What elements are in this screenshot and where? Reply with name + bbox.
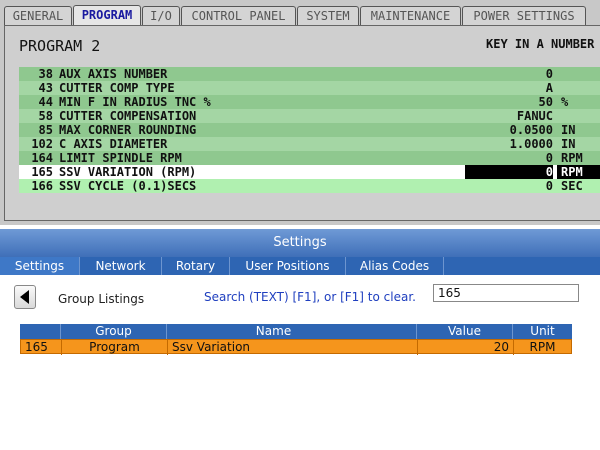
- setting-value: 50: [538, 95, 553, 109]
- setting-description: LIMIT SPINDLE RPM: [59, 151, 182, 165]
- tab-program[interactable]: PROGRAM: [73, 5, 141, 26]
- setting-number: 102: [31, 137, 53, 151]
- table-header: Group Name Value Unit: [20, 324, 572, 339]
- setting-description: MAX CORNER ROUNDING: [59, 123, 197, 137]
- column-header-unit: Unit: [512, 324, 572, 339]
- cell-name: Ssv Variation: [167, 340, 381, 355]
- cell-unit: RPM: [513, 340, 571, 355]
- search-hint: Search (TEXT) [F1], or [F1] to clear.: [204, 290, 416, 304]
- column-header-value: Value: [416, 324, 512, 339]
- setting-unit: IN: [561, 123, 576, 137]
- setting-description: AUX AXIS NUMBER: [59, 67, 168, 81]
- cell-group: Program: [61, 340, 167, 355]
- setting-description: CUTTER COMPENSATION: [59, 109, 197, 123]
- window-title: Settings: [0, 229, 600, 257]
- setting-description: MIN F IN RADIUS TNC %: [59, 95, 211, 109]
- setting-value: 1.0000: [509, 137, 553, 151]
- setting-value: 0: [545, 67, 553, 81]
- setting-row-43[interactable]: 43 CUTTER COMP TYPE A: [19, 81, 600, 95]
- setting-number: 164: [31, 151, 53, 165]
- tab-network[interactable]: Network: [80, 257, 162, 275]
- settings-tab-bar: Settings Network Rotary User Positions A…: [0, 257, 600, 275]
- tab-control-panel[interactable]: CONTROL PANEL: [181, 6, 296, 25]
- setting-description: C AXIS DIAMETER: [59, 137, 168, 151]
- group-listings-label: Group Listings: [58, 292, 145, 306]
- setting-number: 38: [38, 67, 53, 81]
- setting-row-166[interactable]: 166 SSV CYCLE (0.1)SECS 0 SEC: [19, 179, 600, 193]
- setting-number: 85: [38, 123, 53, 137]
- setting-row-85[interactable]: 85 MAX CORNER ROUNDING 0.0500 IN: [19, 123, 600, 137]
- tab-io[interactable]: I/O: [142, 6, 180, 25]
- setting-row-102[interactable]: 102 C AXIS DIAMETER 1.0000 IN: [19, 137, 600, 151]
- setting-row-165-selected[interactable]: 165 SSV VARIATION (RPM) 0 RPM: [19, 165, 600, 179]
- tab-settings[interactable]: Settings: [0, 257, 80, 275]
- tab-alias-codes[interactable]: Alias Codes: [346, 257, 444, 275]
- setting-unit: RPM: [557, 165, 600, 179]
- setting-description: SSV VARIATION (RPM): [59, 165, 197, 179]
- settings-results-table: Group Name Value Unit 165 Program Ssv Va…: [20, 324, 572, 355]
- setting-number: 58: [38, 109, 53, 123]
- tab-user-positions[interactable]: User Positions: [230, 257, 346, 275]
- settings-window: Settings Settings Network Rotary User Po…: [0, 229, 600, 450]
- arrow-left-icon: [20, 290, 29, 304]
- setting-unit: RPM: [561, 151, 583, 165]
- setting-row-38[interactable]: 38 AUX AXIS NUMBER 0: [19, 67, 600, 81]
- setting-description: CUTTER COMP TYPE: [59, 81, 175, 95]
- setting-value: 0: [545, 179, 553, 193]
- cell-number: 165: [25, 340, 48, 354]
- control-screen: GENERAL PROGRAM I/O CONTROL PANEL SYSTEM…: [0, 0, 600, 225]
- search-input[interactable]: [433, 284, 579, 302]
- setting-value[interactable]: 0: [465, 165, 553, 179]
- setting-row-58[interactable]: 58 CUTTER COMPENSATION FANUC: [19, 109, 600, 123]
- program-settings-panel: PROGRAM 2 KEY IN A NUMBER 38 AUX AXIS NU…: [4, 25, 600, 221]
- setting-value: FANUC: [516, 109, 553, 123]
- setting-description: SSV CYCLE (0.1)SECS: [59, 179, 197, 193]
- setting-unit: SEC: [561, 179, 583, 193]
- tab-power-settings[interactable]: POWER SETTINGS: [462, 6, 586, 25]
- setting-number: 165: [31, 165, 53, 179]
- table-row[interactable]: 165 Program Ssv Variation 20 RPM: [20, 339, 572, 355]
- cell-value: 20: [417, 340, 513, 355]
- setting-value: A: [545, 81, 553, 95]
- setting-unit: IN: [561, 137, 576, 151]
- setting-number: 44: [38, 95, 53, 109]
- input-prompt: KEY IN A NUMBER: [486, 37, 595, 51]
- setting-value: 0.0500: [509, 123, 553, 137]
- settings-toolbar: Group Listings Search (TEXT) [F1], or [F…: [0, 275, 600, 315]
- setting-value: 0: [545, 151, 553, 165]
- setting-number: 43: [38, 81, 53, 95]
- tab-rotary[interactable]: Rotary: [162, 257, 230, 275]
- tab-general[interactable]: GENERAL: [4, 6, 72, 25]
- tab-maintenance[interactable]: MAINTENANCE: [360, 6, 461, 25]
- page-title: PROGRAM 2: [19, 37, 101, 55]
- control-tab-bar: GENERAL PROGRAM I/O CONTROL PANEL SYSTEM…: [0, 5, 600, 26]
- back-button[interactable]: [14, 285, 36, 309]
- setting-row-164[interactable]: 164 LIMIT SPINDLE RPM 0 RPM: [19, 151, 600, 165]
- setting-row-44[interactable]: 44 MIN F IN RADIUS TNC % 50 %: [19, 95, 600, 109]
- column-header-name: Name: [166, 324, 380, 339]
- column-header-group: Group: [60, 324, 166, 339]
- setting-unit: %: [561, 95, 569, 109]
- setting-number: 166: [31, 179, 53, 193]
- settings-list: 38 AUX AXIS NUMBER 0 43 CUTTER COMP TYPE…: [19, 67, 600, 193]
- tab-system[interactable]: SYSTEM: [297, 6, 359, 25]
